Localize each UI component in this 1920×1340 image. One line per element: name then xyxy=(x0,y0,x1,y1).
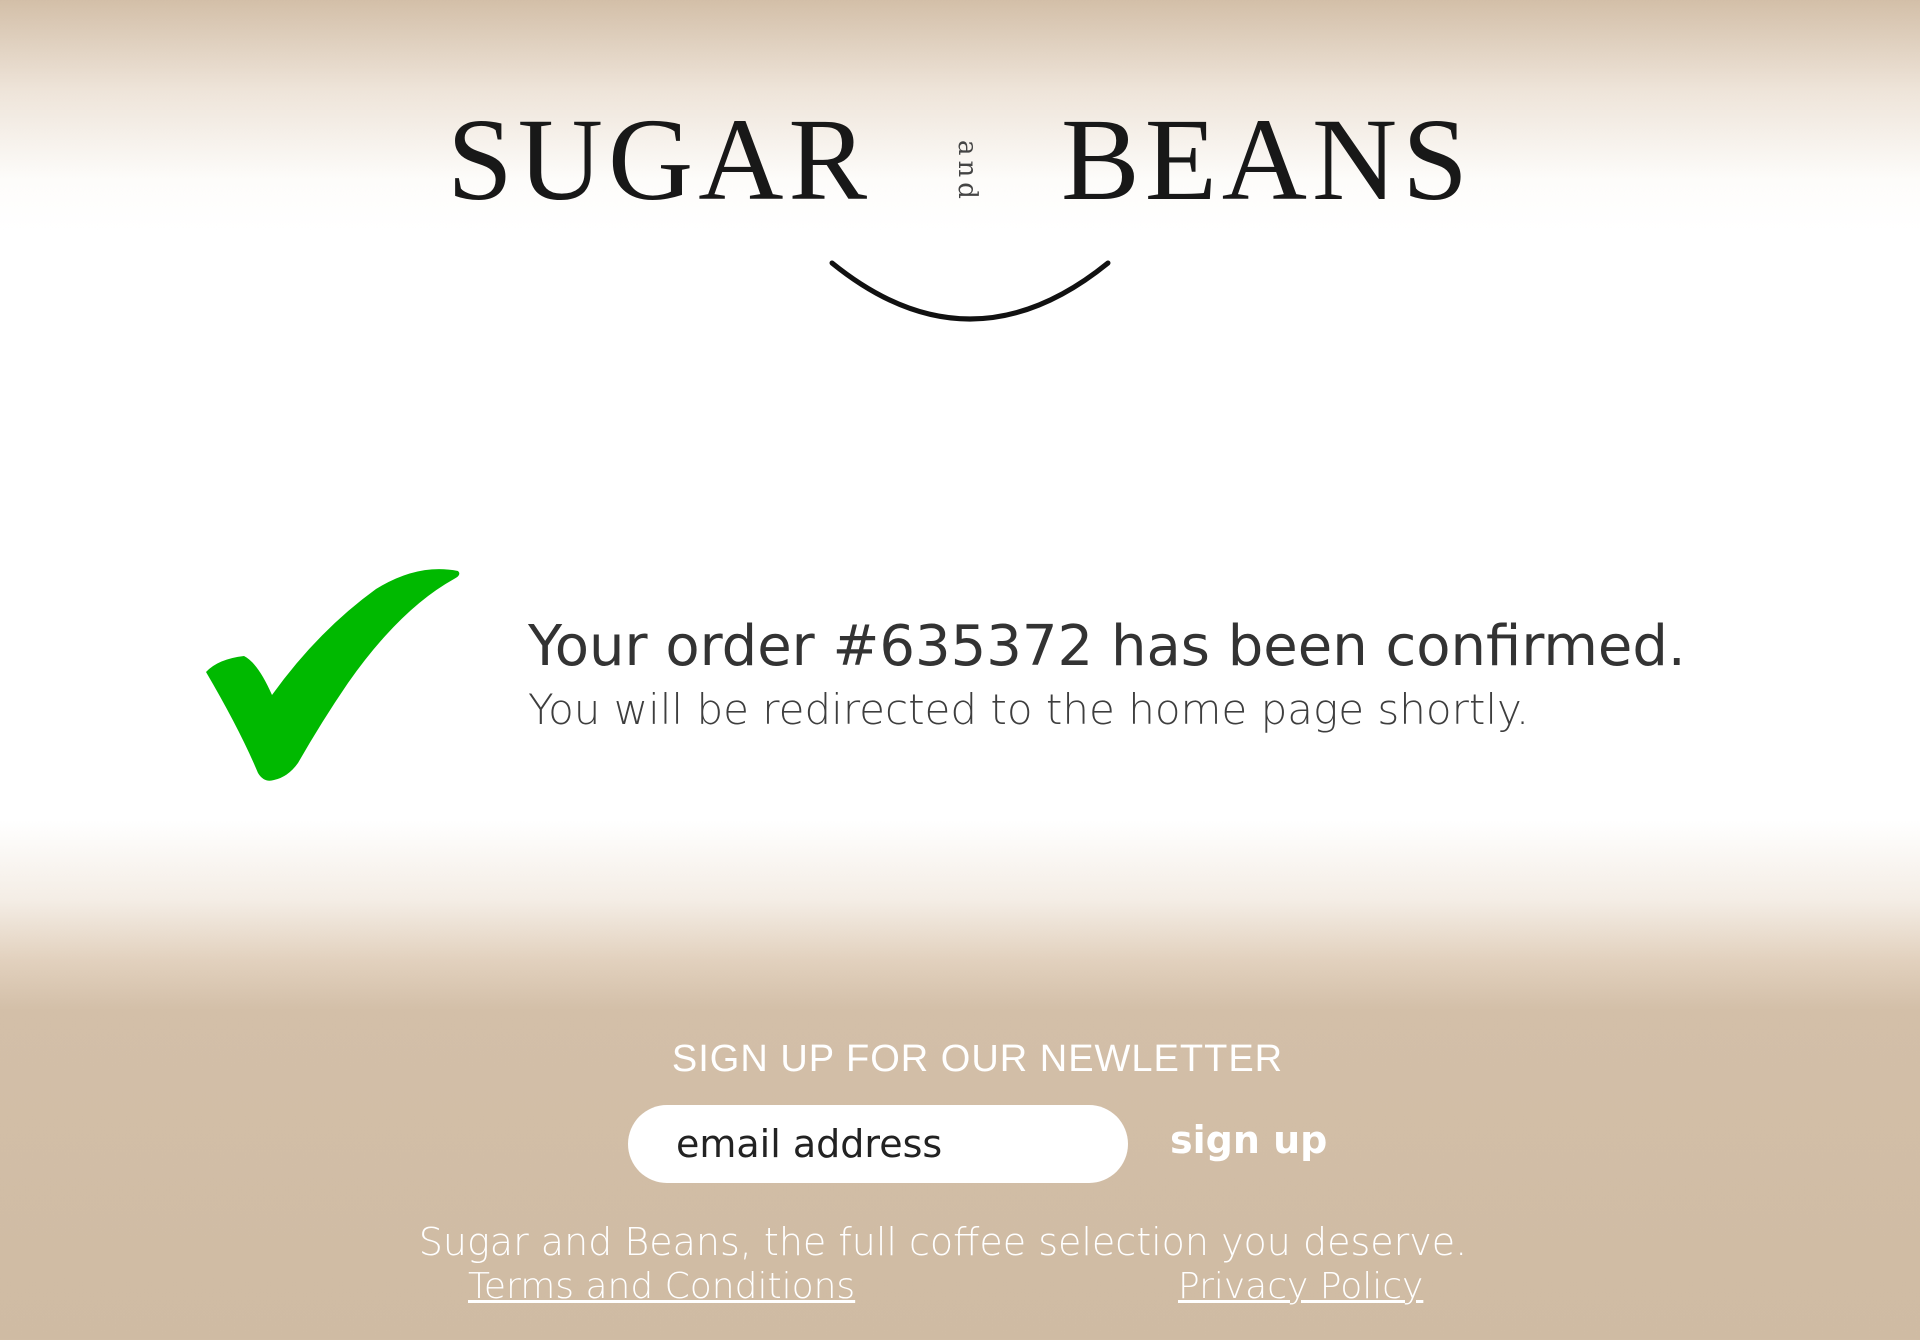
brand-name-right: BEANS xyxy=(1061,94,1473,225)
redirect-notice: You will be redirected to the home page … xyxy=(528,685,1530,734)
brand-wordmark: SUGAR and BEANS xyxy=(0,95,1920,237)
privacy-link[interactable]: Privacy Policy xyxy=(1178,1266,1423,1307)
checkmark-icon xyxy=(206,569,460,781)
terms-link[interactable]: Terms and Conditions xyxy=(468,1266,855,1307)
footer-tagline: Sugar and Beans, the full coffee selecti… xyxy=(418,1220,1468,1264)
smile-icon xyxy=(829,260,1111,322)
order-confirmation-message: Your order #635372 has been confirmed. Y… xyxy=(528,612,1848,738)
brand-logo: SUGAR and BEANS xyxy=(0,95,1920,345)
confirmation-headline: Your order #635372 has been confirmed. xyxy=(528,614,1686,679)
newsletter-title: SIGN UP FOR OUR NEWLETTER xyxy=(671,1038,1284,1080)
brand-name-connector: and xyxy=(951,139,982,204)
sign-up-button[interactable]: sign up xyxy=(1170,1118,1327,1162)
brand-name-left: SUGAR xyxy=(447,94,873,225)
email-input[interactable] xyxy=(628,1105,1128,1183)
